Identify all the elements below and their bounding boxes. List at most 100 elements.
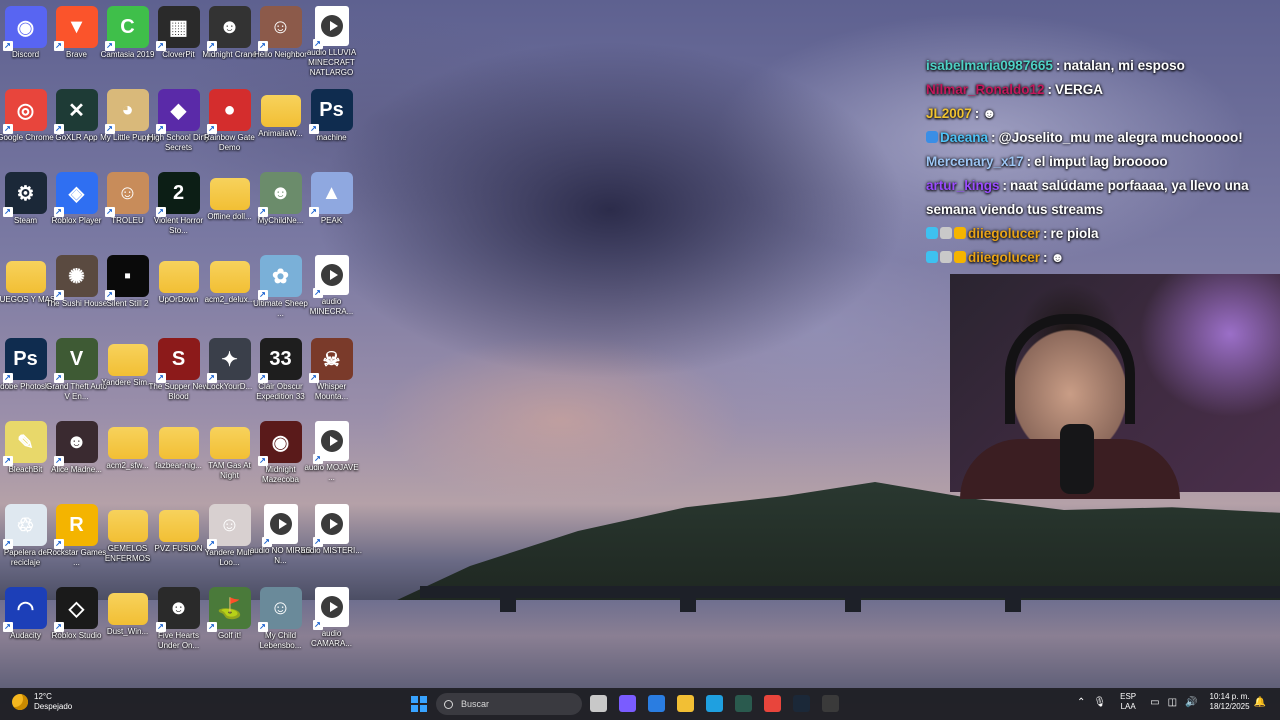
desktop-icon[interactable]: ▪ ↗ Silent Still 2 (102, 249, 153, 332)
desktop-icon[interactable]: ↗ audio MISTERI... (301, 498, 362, 581)
hello-neighbor-icon: ☺ ↗ (257, 6, 302, 51)
file-explorer-icon[interactable] (677, 695, 694, 712)
desktop-icon[interactable]: ☺ ↗ Hello Neighbor (254, 0, 307, 83)
desktop-icon[interactable]: ☻ ↗ MyChildNe... (255, 166, 306, 249)
shortcut-arrow-icon: ↗ (312, 537, 323, 547)
desktop-icon[interactable]: ☺ ↗ My Child Lebensbo... (255, 581, 306, 664)
shortcut-arrow-icon: ↗ (155, 373, 166, 383)
desktop-icon[interactable]: ↗ audio MINECRA... (306, 249, 357, 332)
desktop-icon[interactable]: ◎ ↗ Google Chrome (0, 83, 54, 166)
desktop-icon[interactable]: Dust_Win... (102, 581, 153, 664)
five-hearts-icon: ☻ ↗ (155, 587, 200, 632)
desktop-icon[interactable]: ◉ ↗ Discord (0, 0, 51, 83)
desktop-icon[interactable]: ♲ ↗ Papelera de reciclaje (0, 498, 51, 581)
chat-separator: : (1055, 58, 1061, 73)
desktop-icon[interactable]: ✕ ↗ GoXLR App (51, 83, 102, 166)
shortcut-arrow-icon: ↗ (312, 39, 323, 49)
desktop-icon[interactable]: S ↗ The Supper New Blood (148, 332, 209, 415)
desktop-icon[interactable]: ↗ audio NO MIRES N... (250, 498, 311, 581)
desktop-icon[interactable]: UpOrDown (153, 249, 204, 332)
goxlr-taskbar-icon[interactable] (735, 695, 752, 712)
desktop-icon[interactable]: ✺ ↗ The Sushi House (46, 249, 107, 332)
desktop-icon[interactable]: ☻ ↗ Five Hearts Under On... (153, 581, 204, 664)
desktop-icon[interactable]: R ↗ Rockstar Games ... (47, 498, 106, 581)
desktop-icon[interactable]: ↗ audio LLUVIA MINECRAFT NATLARGO (306, 0, 357, 83)
goxlr-icon: ✕ ↗ (53, 89, 98, 134)
desktop-icon[interactable]: ⛳ ↗ Golf it! (204, 581, 255, 664)
desktop-icon[interactable]: ☻ ↗ Alice Madne... (51, 415, 102, 498)
desktop-icon[interactable]: ☻ ↗ Midnight Crane (202, 0, 257, 83)
puppy-icon: ◕ ↗ (104, 89, 149, 134)
taskbar-clock[interactable]: 10:14 p. m. 18/12/2025 (1210, 692, 1250, 712)
shortcut-arrow-icon: ↗ (155, 622, 166, 632)
folder-icon (107, 427, 148, 459)
start-button[interactable] (411, 696, 427, 712)
desktop-icon[interactable]: ▲ ↗ PEAK (306, 166, 357, 249)
audio-file-icon: ↗ (312, 504, 349, 547)
shortcut-arrow-icon: ↗ (53, 41, 64, 51)
chat-username: diiegolucer (968, 226, 1041, 241)
taskbar-search-box[interactable]: Buscar (436, 693, 582, 715)
desktop-icon[interactable]: ↗ audio CAMARA... (306, 581, 357, 664)
volume-icon[interactable]: 🔊 (1185, 697, 1197, 708)
desktop-icon[interactable]: ◕ ↗ My Little Puppy (100, 83, 155, 166)
weather-widget[interactable]: 12°C Despejado (12, 692, 72, 712)
chat-username: isabelmaria0987665 (926, 58, 1053, 73)
desktop-icon[interactable]: PVZ FUSION (153, 498, 204, 581)
camtasia-icon: C ↗ (104, 6, 149, 51)
copilot-icon[interactable] (619, 695, 636, 712)
audio-file-icon: ↗ (312, 6, 349, 49)
desktop-icon[interactable]: ▦ ↗ CloverPit (153, 0, 204, 83)
desktop-icon[interactable]: acm2_sfw... (102, 415, 153, 498)
desktop-icon[interactable]: 2 ↗ Violent Horror Sto... (153, 166, 204, 249)
shortcut-arrow-icon: ↗ (53, 290, 64, 300)
desktop-icon[interactable]: Yandere Sim... (101, 332, 154, 415)
desktop-icon[interactable]: acm2_delux... (204, 249, 255, 332)
desktop-icon[interactable]: ☠ ↗ Whisper Mounta... (306, 332, 357, 415)
desktop-icon[interactable]: ◆ ↗ High School Dirty Secrets (148, 83, 209, 166)
desktop-icon[interactable]: ◠ ↗ Audacity (0, 581, 51, 664)
network-icon[interactable]: ◫ (1168, 697, 1177, 708)
desktop-icon[interactable]: V ↗ Grand Theft Auto V En... (46, 332, 107, 415)
desktop-icon[interactable]: C ↗ Camtasia 2019 (101, 0, 154, 83)
shortcut-arrow-icon: ↗ (312, 288, 323, 298)
desktop-icon[interactable]: AnimaliaW... (255, 83, 306, 166)
desktop-icon[interactable]: TAM Gas At Night (204, 415, 255, 498)
desktop-icon[interactable]: fazbear-nig... (153, 415, 204, 498)
desktop-icon[interactable]: ◇ ↗ Roblox Studio (51, 581, 102, 664)
obs-icon[interactable] (822, 695, 839, 712)
chrome-taskbar-icon[interactable] (764, 695, 781, 712)
desktop-icon[interactable]: ◉ ↗ Midnight Mazecoba (255, 415, 306, 498)
steam-taskbar-icon[interactable] (793, 695, 810, 712)
microphone-tray-icon[interactable]: 🎙 (1093, 697, 1106, 708)
discord-icon: ◉ ↗ (2, 6, 47, 51)
shortcut-arrow-icon: ↗ (104, 124, 115, 134)
wallpaper-bridge-pillar (845, 596, 861, 612)
desktop-icon[interactable]: 33 ↗ Clair Obscur Expedition 33 (255, 332, 306, 415)
task-view-icon[interactable] (590, 695, 607, 712)
desktop-icon[interactable]: ☺ ↗ TROLEU (102, 166, 153, 249)
desktop-icon[interactable]: ↗ audio MOJAVE ... (304, 415, 359, 498)
desktop-icon[interactable]: ✎ ↗ BleachBit (0, 415, 51, 498)
chevron-up-icon[interactable]: ⌃ (1077, 697, 1085, 708)
desktop-icon[interactable]: GEMELOS ENFERMOS (102, 498, 153, 581)
desktop-icon[interactable]: ☺ ↗ Yandere Mult-Loo... (204, 498, 255, 581)
desktop-icon[interactable]: ◈ ↗ Roblox Player (51, 166, 102, 249)
desktop-icon[interactable]: Ps ↗ machine (306, 83, 357, 166)
desktop-icon[interactable]: ● ↗ Rainbow Gate Demo (204, 83, 255, 166)
desktop-icon[interactable]: ▼ ↗ Brave (51, 0, 102, 83)
edge-icon[interactable] (706, 695, 723, 712)
stream-chat-overlay: isabelmaria0987665: natalan, mi esposo Nil… (926, 54, 1266, 270)
desktop-icon[interactable]: ⚙ ↗ Steam (0, 166, 51, 249)
desktop-icon[interactable]: ✿ ↗ Ultimate Sheep ... (253, 249, 308, 332)
display-icon[interactable]: ▭ (1150, 697, 1159, 708)
desktop-icon[interactable]: Offline doll... (204, 166, 255, 249)
store-icon[interactable] (648, 695, 665, 712)
desktop-icon[interactable]: ✦ ↗ LockYourD... (204, 332, 255, 415)
shortcut-arrow-icon: ↗ (206, 622, 217, 632)
notification-bell-icon[interactable]: 🔔 (1254, 697, 1266, 708)
input-language[interactable]: ESP LAA (1120, 692, 1136, 712)
desktop-icon[interactable]: JUEGOS Y MAS (0, 249, 55, 332)
desktop-icon[interactable]: Ps ↗ Adobe Photosh... (0, 332, 56, 415)
chat-separator: : (1043, 250, 1048, 265)
